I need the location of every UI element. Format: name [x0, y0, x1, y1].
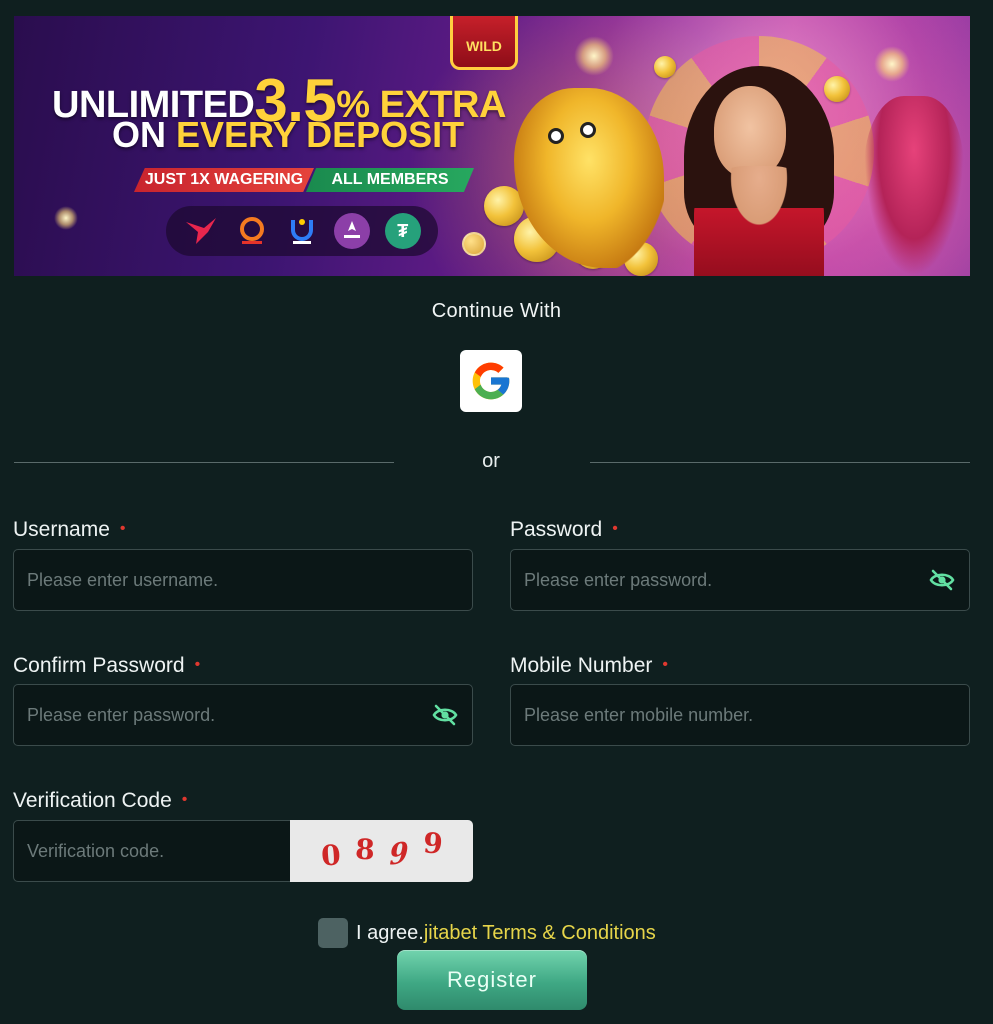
- verification-code-label: Verification Code •: [13, 789, 187, 813]
- required-indicator: •: [662, 656, 668, 673]
- dragon-eye: [580, 122, 596, 138]
- continue-with-label: Continue With: [431, 300, 562, 322]
- agree-text: I agree.: [356, 921, 424, 944]
- register-button[interactable]: Register: [397, 950, 587, 1010]
- terms-agreement-row: I agree. jitabet Terms & Conditions: [318, 918, 656, 948]
- bird-icon: [183, 213, 219, 249]
- usdt-symbol: ₮: [397, 220, 409, 241]
- terms-checkbox[interactable]: [318, 918, 348, 948]
- divider-right: [590, 462, 970, 463]
- nagad-icon: [234, 213, 270, 249]
- wild-label: WILD: [466, 38, 502, 54]
- password-label: Password •: [510, 518, 618, 542]
- required-indicator: •: [119, 520, 126, 537]
- sparkle-decoration: [874, 46, 910, 82]
- banner-headline-line2: ON EVERY DEPOSIT: [112, 114, 464, 156]
- required-indicator: •: [194, 656, 201, 673]
- google-icon: [472, 362, 510, 400]
- model-body-graphic: [694, 166, 824, 276]
- rocket-icon: [334, 213, 371, 249]
- wild-symbol-graphic: WILD: [450, 16, 518, 70]
- terms-link[interactable]: jitabet Terms & Conditions: [424, 922, 656, 945]
- mobile-number-field[interactable]: [510, 684, 970, 746]
- sparkle-decoration: [54, 206, 78, 230]
- password-field[interactable]: [510, 549, 970, 611]
- verification-code-label-text: Verification Code: [13, 789, 172, 812]
- verification-code-input[interactable]: [14, 821, 291, 881]
- usdt-icon: ₮: [384, 213, 421, 249]
- captcha-digit: 9: [388, 834, 409, 872]
- headline-every-deposit: EVERY DEPOSIT: [176, 114, 465, 155]
- eye-off-icon: [432, 704, 458, 726]
- mobile-number-label: Mobile Number •: [510, 654, 668, 678]
- captcha-image[interactable]: 0 8 9 9: [290, 820, 473, 882]
- mobile-number-input[interactable]: [511, 685, 969, 745]
- username-field[interactable]: [13, 549, 473, 611]
- divider-or-label: or: [482, 450, 500, 472]
- coin-decoration: [654, 56, 676, 78]
- eye-off-icon: [929, 569, 955, 591]
- model-face-graphic: [714, 86, 786, 178]
- promo-banner[interactable]: WILD UNLIMITED3.5% EXTRA ON EVERY DEPOSI…: [14, 16, 970, 276]
- confirm-password-visibility-toggle[interactable]: [430, 703, 460, 727]
- captcha-digit: 8: [353, 832, 376, 866]
- confirm-password-field[interactable]: [13, 684, 473, 746]
- confirm-password-input[interactable]: [14, 685, 430, 745]
- username-label: Username •: [13, 518, 125, 542]
- password-visibility-toggle[interactable]: [927, 568, 957, 592]
- headline-on: ON: [112, 114, 177, 155]
- wagering-tag: JUST 1X WAGERING: [134, 168, 314, 192]
- dragon-eye: [548, 128, 564, 144]
- sparkle-decoration: [574, 36, 614, 76]
- all-members-tag: ALL MEMBERS: [306, 168, 474, 192]
- required-indicator: •: [181, 791, 188, 808]
- carousel-indicator[interactable]: [462, 232, 486, 256]
- confirm-password-label: Confirm Password •: [13, 654, 200, 678]
- divider-left: [14, 462, 394, 463]
- google-login-button[interactable]: [460, 350, 522, 412]
- username-input[interactable]: [14, 550, 472, 610]
- required-indicator: •: [612, 520, 618, 537]
- confirm-password-label-text: Confirm Password: [13, 654, 185, 677]
- captcha-digit: 9: [421, 825, 444, 861]
- captcha-digit: 0: [319, 837, 342, 873]
- upay-icon: [284, 213, 320, 249]
- mobile-number-label-text: Mobile Number: [510, 654, 653, 677]
- username-label-text: Username: [13, 518, 110, 541]
- password-input[interactable]: [511, 550, 927, 610]
- payment-methods-strip: ₮: [166, 206, 438, 256]
- password-label-text: Password: [510, 518, 603, 541]
- coin-decoration: [824, 76, 850, 102]
- character-graphic: [864, 96, 964, 276]
